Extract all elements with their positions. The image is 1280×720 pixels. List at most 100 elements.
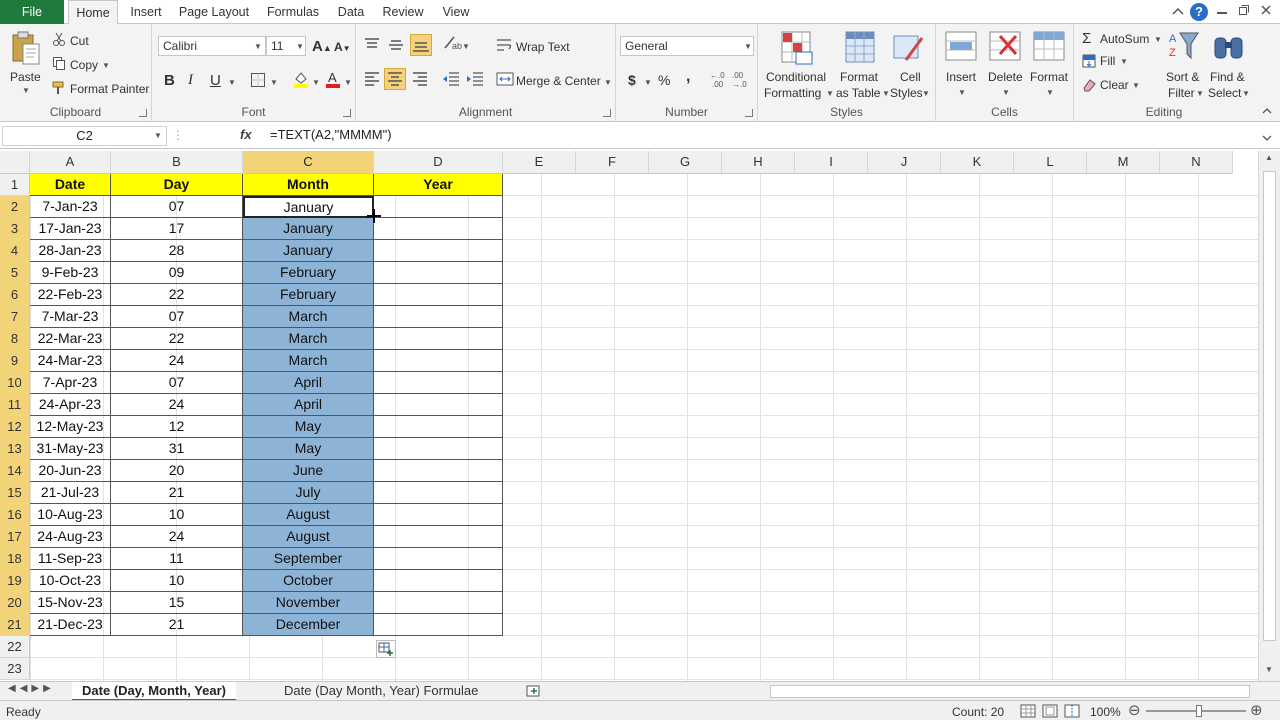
column-header-e[interactable]: E <box>503 151 576 174</box>
cell-styles-button[interactable]: Cell <box>900 70 921 84</box>
row-header-19[interactable]: 19 <box>0 570 30 592</box>
underline-button[interactable]: U <box>210 72 221 89</box>
alignment-launcher-icon[interactable] <box>603 109 611 117</box>
cell-date[interactable]: 9-Feb-23 <box>30 262 111 284</box>
find-select-icon[interactable] <box>1212 30 1246 67</box>
cell-date[interactable]: 28-Jan-23 <box>30 240 111 262</box>
sort-filter-label2[interactable]: Filter <box>1168 86 1195 100</box>
cell-date[interactable]: 21-Dec-23 <box>30 614 111 636</box>
row-header-22[interactable]: 22 <box>0 636 30 658</box>
cut-icon[interactable] <box>52 32 66 49</box>
cell-year[interactable] <box>374 284 503 306</box>
format-as-table-icon[interactable] <box>844 30 876 69</box>
tab-file[interactable]: File <box>0 0 64 24</box>
cell-styles-dropdown-icon[interactable]: ▼ <box>922 89 930 98</box>
row-header-20[interactable]: 20 <box>0 592 30 614</box>
cell-date[interactable]: 7-Apr-23 <box>30 372 111 394</box>
currency-button[interactable]: $ <box>628 72 636 88</box>
cell-year[interactable] <box>374 306 503 328</box>
header-cell-b[interactable]: Day <box>111 174 243 196</box>
column-header-n[interactable]: N <box>1160 151 1233 174</box>
select-all-button[interactable] <box>0 151 30 174</box>
new-sheet-icon[interactable] <box>526 684 542 701</box>
cell-month[interactable]: March <box>243 306 374 328</box>
decrease-decimal-icon[interactable]: .00 →.0 <box>732 70 752 91</box>
vertical-scrollbar[interactable]: ▲ ▼ <box>1258 151 1280 681</box>
cell-year[interactable] <box>374 592 503 614</box>
copy-button[interactable]: Copy <box>70 58 98 72</box>
cell-day[interactable]: 10 <box>111 504 243 526</box>
cell-date[interactable]: 17-Jan-23 <box>30 218 111 240</box>
cell-year[interactable] <box>374 614 503 636</box>
cell-month[interactable]: August <box>243 526 374 548</box>
cell-year[interactable] <box>374 394 503 416</box>
conditional-formatting-button[interactable]: Conditional <box>766 70 826 84</box>
bottom-align-icon[interactable] <box>410 34 432 56</box>
cut-button[interactable]: Cut <box>70 34 89 48</box>
cell-date[interactable]: 7-Jan-23 <box>30 196 111 218</box>
orientation-dropdown-icon[interactable]: ▼ <box>462 42 470 51</box>
restore-icon[interactable] <box>1234 2 1254 22</box>
comma-style-button[interactable]: , <box>686 68 690 86</box>
cell-day[interactable]: 31 <box>111 438 243 460</box>
autosum-icon[interactable]: Σ <box>1082 30 1091 47</box>
font-size-dropdown-icon[interactable]: ▼ <box>296 42 304 51</box>
cell-date[interactable]: 10-Aug-23 <box>30 504 111 526</box>
worksheet-grid[interactable]: A B C D E F G H I J K L M N 1 Date Day Month Year 2 7-Jan-23… <box>0 151 1258 681</box>
top-align-icon[interactable] <box>364 38 380 55</box>
name-box-dropdown-icon[interactable]: ▼ <box>154 131 162 140</box>
row-header-4[interactable]: 4 <box>0 240 30 262</box>
cell-month[interactable]: March <box>243 350 374 372</box>
cell-date[interactable]: 12-May-23 <box>30 416 111 438</box>
header-cell-d[interactable]: Year <box>374 174 503 196</box>
normal-view-icon[interactable] <box>1020 704 1036 720</box>
format-button[interactable]: Format <box>1030 70 1068 84</box>
cell-date[interactable]: 10-Oct-23 <box>30 570 111 592</box>
percent-button[interactable]: % <box>658 72 670 88</box>
number-format-box[interactable]: General <box>620 36 754 56</box>
cell-year[interactable] <box>374 416 503 438</box>
column-header-l[interactable]: L <box>1014 151 1087 174</box>
tab-view[interactable]: View <box>438 0 474 24</box>
auto-fill-options-icon[interactable] <box>376 640 396 658</box>
zoom-out-icon[interactable]: ⊖ <box>1128 701 1141 719</box>
cell-year[interactable] <box>374 328 503 350</box>
row-header-9[interactable]: 9 <box>0 350 30 372</box>
zoom-slider-thumb[interactable] <box>1196 705 1202 717</box>
merge-center-dropdown-icon[interactable]: ▼ <box>604 78 612 87</box>
sheet-nav-icon[interactable]: ◀◀▶▶ <box>8 683 55 694</box>
row-header-18[interactable]: 18 <box>0 548 30 570</box>
cell-date[interactable]: 7-Mar-23 <box>30 306 111 328</box>
underline-dropdown-icon[interactable]: ▼ <box>228 78 236 87</box>
cell-date[interactable]: 11-Sep-23 <box>30 548 111 570</box>
insert-dropdown-icon[interactable]: ▼ <box>958 88 966 97</box>
italic-button[interactable]: I <box>188 72 193 89</box>
cell-day[interactable]: 11 <box>111 548 243 570</box>
copy-icon[interactable] <box>52 56 66 73</box>
font-name-box[interactable]: Calibri <box>158 36 266 56</box>
tab-formulas[interactable]: Formulas <box>262 0 324 24</box>
vertical-scroll-thumb[interactable] <box>1263 171 1276 641</box>
insert-button[interactable]: Insert <box>946 70 976 84</box>
cell-year[interactable] <box>374 548 503 570</box>
column-header-h[interactable]: H <box>722 151 795 174</box>
cell-day[interactable]: 17 <box>111 218 243 240</box>
row-header-5[interactable]: 5 <box>0 262 30 284</box>
clear-button[interactable]: Clear <box>1100 78 1129 92</box>
format-as-table-label2[interactable]: as Table <box>836 86 880 100</box>
cell-month[interactable]: March <box>243 328 374 350</box>
copy-dropdown-icon[interactable]: ▼ <box>102 61 110 70</box>
cell-date[interactable]: 22-Feb-23 <box>30 284 111 306</box>
grow-font-icon[interactable]: A▲ <box>312 38 332 55</box>
conditional-formatting-icon[interactable] <box>780 30 814 69</box>
tab-data[interactable]: Data <box>334 0 368 24</box>
cell-date[interactable]: 22-Mar-23 <box>30 328 111 350</box>
cell-day[interactable]: 28 <box>111 240 243 262</box>
format-painter-icon[interactable] <box>52 81 66 98</box>
find-select-button[interactable]: Find & <box>1210 70 1245 84</box>
autosum-button[interactable]: AutoSum <box>1100 32 1149 46</box>
cell-day[interactable]: 22 <box>111 328 243 350</box>
tab-insert[interactable]: Insert <box>124 0 168 24</box>
decrease-indent-icon[interactable] <box>442 72 460 89</box>
wrap-text-button[interactable]: Wrap Text <box>516 40 570 54</box>
